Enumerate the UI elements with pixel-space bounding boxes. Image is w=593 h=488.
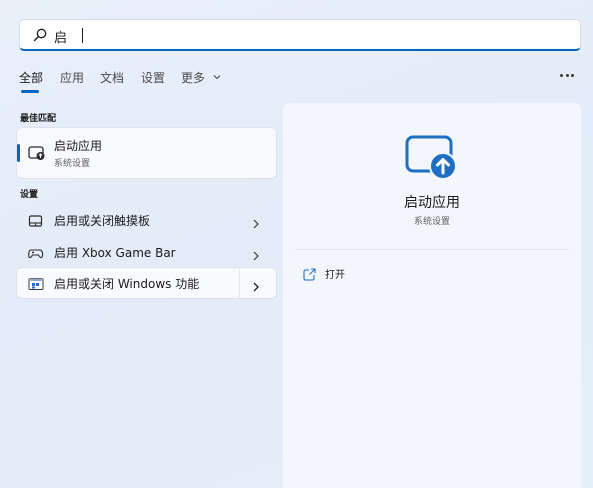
preview-title: 启动应用	[404, 195, 460, 211]
tab-apps[interactable]: 应用	[60, 69, 84, 86]
windows-features-icon	[28, 276, 44, 295]
best-match-title: 启动应用	[54, 139, 103, 153]
startup-apps-icon	[405, 133, 459, 185]
tab-active-indicator	[21, 90, 39, 93]
result-preview-pane: 启动应用 系统设置 打开	[283, 103, 581, 488]
preview-subtitle: 系统设置	[413, 217, 450, 227]
touchpad-icon	[28, 213, 44, 232]
settings-heading: 设置	[20, 190, 39, 200]
setting-result-label: 启用或关闭 Windows 功能	[54, 277, 200, 291]
divider	[295, 249, 569, 250]
startup-apps-icon	[28, 145, 46, 165]
search-box[interactable]: 启	[19, 19, 581, 51]
chevron-right-icon[interactable]	[252, 277, 260, 296]
open-action-label: 打开	[325, 270, 345, 281]
tab-more[interactable]: 更多	[181, 69, 221, 86]
tab-settings-label: 设置	[141, 71, 166, 85]
search-input[interactable]: 启	[54, 27, 67, 46]
text-caret	[82, 28, 83, 43]
tab-more-label: 更多	[181, 71, 206, 85]
setting-result-windows-features[interactable]: 启用或关闭 Windows 功能	[17, 268, 276, 298]
game-bar-icon	[28, 245, 44, 264]
selection-indicator	[17, 144, 20, 162]
search-icon	[32, 27, 48, 47]
tab-apps-label: 应用	[60, 71, 85, 85]
chevron-right-icon	[252, 246, 260, 265]
best-match-subtitle: 系统设置	[54, 159, 91, 169]
setting-result-label: 启用 Xbox Game Bar	[54, 246, 176, 260]
tab-all[interactable]: 全部	[19, 69, 43, 86]
best-match-result[interactable]: 启动应用 系统设置	[17, 128, 276, 178]
setting-result-touchpad[interactable]: 启用或关闭触摸板	[17, 205, 276, 235]
chevron-right-icon	[252, 214, 260, 233]
divider	[239, 268, 240, 298]
tab-documents-label: 文档	[100, 71, 125, 85]
tab-all-label: 全部	[19, 71, 44, 85]
best-match-heading: 最佳匹配	[20, 114, 57, 124]
more-options-icon[interactable]	[558, 72, 576, 80]
setting-result-label: 启用或关闭触摸板	[54, 214, 151, 228]
chevron-down-icon	[213, 69, 221, 83]
tab-documents[interactable]: 文档	[100, 69, 124, 86]
setting-result-game-bar[interactable]: 启用 Xbox Game Bar	[17, 237, 276, 267]
open-external-icon	[303, 266, 316, 285]
tab-settings[interactable]: 设置	[141, 69, 165, 86]
